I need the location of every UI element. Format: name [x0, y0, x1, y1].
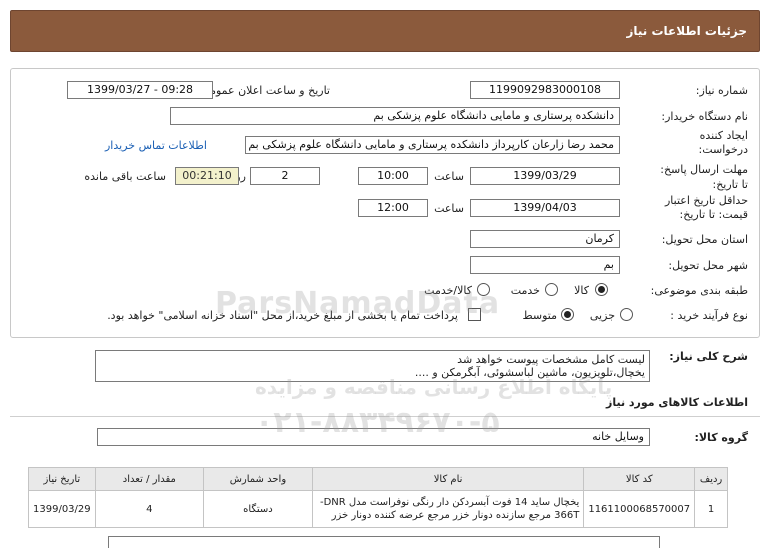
validity-label-line1: حداقل تاریخ اعتبار: [664, 194, 748, 207]
summary-textbox[interactable]: لیست کامل مشخصات پیوست خواهد شد یخچال،تل…: [95, 350, 650, 382]
announce-date-field[interactable]: 1399/03/27 - 09:28: [67, 81, 213, 99]
buyer-label: نام دستگاه خریدار:: [661, 110, 748, 123]
cell-name: یخچال ساید 14 فوت آبسردکن دار رنگی نوفرا…: [311, 490, 585, 528]
page-header: جزئیات اطلاعات نیاز: [10, 10, 760, 52]
cell-date: 1399/03/29: [28, 490, 96, 528]
need-number-label: شماره نیاز:: [695, 84, 748, 97]
cell-name-line-2: 366T مرجع سازنده دونار خزر مرجع عرضه کنن…: [331, 510, 580, 521]
deadline-date-field[interactable]: 1399/03/29: [470, 167, 620, 185]
summary-line-1: لیست کامل مشخصات پیوست خواهد شد: [457, 353, 645, 366]
days-remaining-field[interactable]: 2: [250, 167, 320, 185]
header-quantity: مقدار / تعداد: [94, 467, 205, 491]
announce-date-label: تاریخ و ساعت اعلان عمومی:: [197, 84, 330, 97]
province-label: استان محل تحویل:: [661, 233, 748, 246]
header-code: کد کالا: [583, 467, 696, 491]
treasury-payment-note: پرداخت تمام یا بخشی از مبلغ خرید،از محل …: [107, 309, 458, 322]
deadline-time-label: ساعت: [434, 170, 464, 183]
goods-divider: [10, 416, 760, 417]
goods-section-title: اطلاعات کالاهای مورد نیاز: [606, 396, 748, 409]
city-label: شهر محل تحویل:: [668, 259, 748, 272]
page-title: جزئیات اطلاعات نیاز: [626, 24, 747, 38]
category-option-goods: کالا: [574, 284, 589, 297]
cell-code: 1161100068570007: [583, 490, 696, 528]
category-radio-goods-service[interactable]: [477, 283, 490, 296]
header-row-number: ردیف: [694, 467, 728, 491]
treasury-payment-checkbox[interactable]: [468, 308, 481, 321]
process-radio-minor[interactable]: [620, 308, 633, 321]
category-label: طبقه بندی موضوعی:: [650, 284, 748, 297]
creator-label-line1: ایجاد کننده: [699, 129, 748, 142]
table-row[interactable]: 1 1161100068570007 یخچال ساید 14 فوت آبس…: [28, 490, 728, 528]
cell-unit: دستگاه: [203, 490, 313, 528]
validity-time-label: ساعت: [434, 202, 464, 215]
goods-group-label: گروه کالا:: [694, 431, 748, 444]
process-option-minor: جزیی: [589, 309, 615, 322]
cell-row-number: 1: [694, 490, 728, 528]
remaining-time-label: ساعت باقی مانده: [84, 170, 166, 183]
province-field[interactable]: کرمان: [470, 230, 620, 248]
deadline-label-line2: تا تاریخ:: [712, 178, 748, 191]
need-number-field[interactable]: 1199092983000108: [470, 81, 620, 99]
cell-name-line-1: یخچال ساید 14 فوت آبسردکن دار رنگی نوفرا…: [319, 497, 580, 508]
validity-label-line2: قیمت: تا تاریخ:: [679, 208, 748, 221]
category-option-goods-service: کالا/خدمت: [424, 284, 472, 297]
category-radio-service[interactable]: [545, 283, 558, 296]
creator-field[interactable]: محمد رضا زارعان کارپرداز دانشکده پرستاری…: [245, 136, 620, 154]
remaining-time-field: 00:21:10: [175, 167, 239, 185]
process-option-medium: متوسط: [522, 309, 557, 322]
creator-label-line2: درخواست:: [698, 143, 748, 156]
buyer-contact-link[interactable]: اطلاعات تماس خریدار: [105, 139, 207, 152]
validity-time-field[interactable]: 12:00: [358, 199, 428, 217]
deadline-label-line1: مهلت ارسال پاسخ:: [660, 163, 748, 176]
buyer-field[interactable]: دانشکده پرستاری و مامایی دانشگاه علوم پز…: [170, 107, 620, 125]
summary-label: شرح کلی نیاز:: [669, 350, 748, 363]
goods-table: ردیف کد کالا نام کالا واحد شمارش مقدار /…: [28, 467, 728, 528]
category-option-service: خدمت: [510, 284, 540, 297]
summary-line-2: یخچال،تلویزیون، ماشین لباسشوئی، آبگرمکن …: [414, 366, 645, 379]
header-name: نام کالا: [311, 467, 585, 491]
goods-table-header: ردیف کد کالا نام کالا واحد شمارش مقدار /…: [28, 467, 728, 491]
process-type-label: نوع فرآیند خرید :: [670, 309, 748, 322]
process-radio-medium[interactable]: [561, 308, 574, 321]
notes-box-top-edge: [108, 536, 660, 548]
header-date: تاریخ نیاز: [28, 467, 96, 491]
city-field[interactable]: بم: [470, 256, 620, 274]
header-unit: واحد شمارش: [203, 467, 313, 491]
deadline-time-field[interactable]: 10:00: [358, 167, 428, 185]
category-radio-goods[interactable]: [595, 283, 608, 296]
cell-quantity: 4: [94, 490, 205, 528]
goods-group-field[interactable]: وسایل خانه: [97, 428, 650, 446]
validity-date-field[interactable]: 1399/04/03: [470, 199, 620, 217]
